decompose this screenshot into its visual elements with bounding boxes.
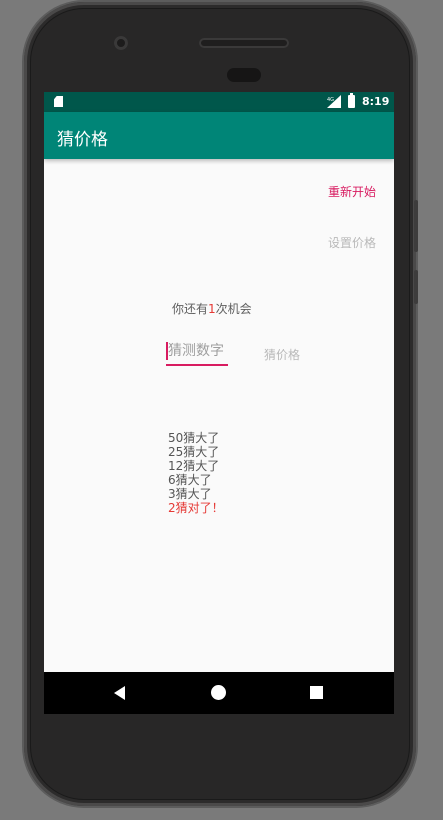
status-bar: 4G 8:19 (44, 92, 394, 112)
history-item: 6猜大了 (168, 473, 212, 487)
chances-remaining-text: 你还有1次机会 (172, 300, 252, 317)
signal-icon: 4G (327, 95, 341, 108)
guess-history-list: 50猜大了 25猜大了 12猜大了 6猜大了 3猜大了 2猜对了！ (168, 431, 224, 515)
status-time: 8:19 (362, 95, 390, 108)
history-item: 12猜大了 (168, 459, 220, 473)
front-camera (114, 36, 128, 50)
recents-icon[interactable] (310, 686, 323, 699)
sd-card-icon (54, 96, 63, 107)
history-item: 50猜大了 (168, 431, 220, 445)
chances-prefix: 你还有 (172, 302, 209, 316)
history-item: 3猜大了 (168, 487, 212, 501)
back-icon[interactable] (114, 686, 125, 700)
power-button (414, 270, 418, 304)
device-screen: 4G 8:19 猜价格 重新开始 设置价格 你还有1次机会 猜价格 50猜大了 … (44, 92, 394, 714)
app-bar: 猜价格 (44, 112, 394, 159)
guess-price-button[interactable]: 猜价格 (264, 346, 300, 363)
text-cursor (166, 342, 168, 360)
battery-icon (348, 93, 355, 108)
volume-button (414, 200, 418, 252)
chances-count: 1 (208, 302, 216, 316)
set-price-button[interactable]: 设置价格 (328, 234, 376, 251)
history-item: 25猜大了 (168, 445, 220, 459)
earpiece-speaker (227, 68, 261, 82)
home-icon[interactable] (211, 685, 226, 700)
top-sensor-grille (199, 38, 289, 48)
history-item-correct: 2猜对了！ (168, 501, 224, 515)
network-type-label: 4G (327, 97, 334, 103)
guess-number-input[interactable] (166, 338, 228, 366)
app-title: 猜价格 (57, 130, 108, 150)
navigation-bar (44, 672, 394, 714)
restart-button[interactable]: 重新开始 (328, 183, 376, 200)
chances-suffix: 次机会 (215, 302, 252, 316)
